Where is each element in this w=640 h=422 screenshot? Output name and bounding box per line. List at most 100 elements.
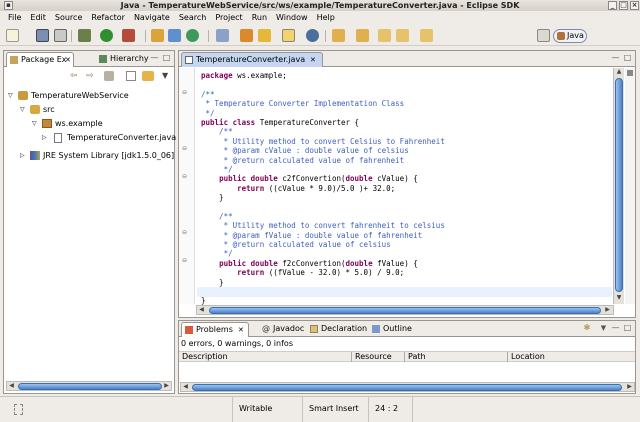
- link-with-editor-icon[interactable]: [142, 71, 154, 81]
- menu-source[interactable]: Source: [51, 11, 87, 25]
- scrollbar-thumb[interactable]: [209, 307, 601, 314]
- previous-annotation-icon[interactable]: [356, 29, 369, 42]
- menu-file[interactable]: File: [4, 11, 26, 25]
- menu-navigate[interactable]: Navigate: [130, 11, 175, 25]
- menu-window[interactable]: Window: [272, 11, 313, 25]
- scrollbar-thumb[interactable]: [615, 78, 623, 292]
- scrollbar-thumb[interactable]: [18, 383, 162, 390]
- column-resource[interactable]: Resource: [355, 352, 392, 362]
- close-icon[interactable]: ✕: [310, 53, 316, 67]
- print-icon[interactable]: [54, 29, 67, 42]
- code-line: }: [201, 193, 224, 203]
- minimize-button[interactable]: _: [608, 1, 617, 10]
- minimize-view-icon[interactable]: —: [611, 54, 620, 63]
- tab-problems[interactable]: Problems ✕: [181, 322, 249, 337]
- fold-icon[interactable]: ⊖: [182, 229, 187, 236]
- java-perspective-button[interactable]: Java: [553, 29, 587, 43]
- back-icon[interactable]: [396, 29, 409, 42]
- menu-run[interactable]: Run: [248, 11, 272, 25]
- tab-package-explorer[interactable]: Package Ex ✕: [6, 52, 74, 67]
- collapsed-arrow-icon[interactable]: ▷: [42, 131, 47, 144]
- external-tools-icon[interactable]: [122, 29, 135, 42]
- scroll-right-icon[interactable]: ▶: [603, 306, 612, 314]
- code-line: /**: [201, 211, 233, 221]
- close-button[interactable]: ×: [630, 1, 639, 10]
- toolbar-separator: [145, 30, 146, 42]
- scroll-right-icon[interactable]: ▶: [625, 383, 634, 391]
- scroll-left-icon[interactable]: ◀: [197, 306, 206, 314]
- fold-icon[interactable]: ⊖: [182, 173, 187, 180]
- fold-icon[interactable]: ⊖: [182, 89, 187, 96]
- new-java-project-icon[interactable]: [151, 29, 164, 42]
- column-divider: [507, 352, 508, 362]
- fast-view-icon[interactable]: [14, 404, 23, 415]
- horizontal-scrollbar[interactable]: ◀ ▶: [196, 305, 614, 315]
- close-icon[interactable]: ✕: [238, 323, 244, 337]
- filters-icon[interactable]: ✻: [581, 324, 593, 333]
- tab-editor-file[interactable]: TemperatureConverter.java ✕: [181, 52, 323, 67]
- column-location[interactable]: Location: [511, 352, 545, 362]
- maximize-view-icon[interactable]: □: [162, 54, 171, 63]
- java-file-icon: [54, 133, 62, 143]
- forward-arrow-icon[interactable]: ⇨: [86, 72, 96, 81]
- view-menu-icon[interactable]: ▼: [162, 71, 168, 80]
- scroll-up-icon[interactable]: ▲: [614, 68, 624, 77]
- code-line: package ws.example;: [201, 71, 287, 80]
- open-perspective-icon[interactable]: [537, 29, 550, 42]
- search-icon[interactable]: [258, 29, 271, 42]
- horizontal-scrollbar[interactable]: ◀ ▶: [180, 382, 635, 392]
- tab-outline[interactable]: Outline: [369, 322, 412, 337]
- vertical-scrollbar[interactable]: ▲ ▼: [613, 68, 624, 304]
- close-icon[interactable]: ✕: [65, 53, 71, 67]
- scroll-right-icon[interactable]: ▶: [162, 382, 171, 390]
- collapse-all-icon[interactable]: [126, 71, 136, 81]
- run-icon[interactable]: [100, 29, 113, 42]
- save-icon[interactable]: [36, 29, 49, 42]
- scroll-down-icon[interactable]: ▼: [614, 294, 624, 303]
- tab-declaration[interactable]: Declaration: [307, 322, 367, 337]
- open-type-icon[interactable]: [216, 29, 229, 42]
- code-line: * Utility method to convert fahrenheit t…: [201, 221, 445, 231]
- column-description[interactable]: Description: [182, 352, 228, 362]
- up-icon[interactable]: [104, 71, 114, 81]
- expand-arrow-icon[interactable]: ▽: [20, 103, 25, 116]
- scroll-left-icon[interactable]: ◀: [7, 382, 16, 390]
- menu-search[interactable]: Search: [175, 11, 211, 25]
- open-task-icon[interactable]: [240, 29, 253, 42]
- maximize-view-icon[interactable]: □: [623, 324, 632, 333]
- menu-refactor[interactable]: Refactor: [87, 11, 130, 25]
- minimize-view-icon[interactable]: —: [150, 54, 159, 63]
- code-area[interactable]: package ws.example; /** * Temperature Co…: [197, 69, 612, 305]
- horizontal-scrollbar[interactable]: ◀ ▶: [6, 381, 172, 391]
- next-annotation-icon[interactable]: [332, 29, 345, 42]
- menu-project[interactable]: Project: [211, 11, 247, 25]
- expand-arrow-icon[interactable]: ▽: [8, 89, 13, 102]
- maximize-view-icon[interactable]: □: [623, 54, 632, 63]
- fold-icon[interactable]: ⊖: [182, 257, 187, 264]
- new-class-icon[interactable]: [186, 29, 199, 42]
- problems-panel: Problems ✕ @ Javadoc Declaration Outline…: [178, 320, 636, 394]
- window-menu-button[interactable]: ▪: [4, 1, 13, 10]
- new-package-icon[interactable]: [168, 29, 181, 42]
- menu-help[interactable]: Help: [313, 11, 340, 25]
- expand-arrow-icon[interactable]: ▽: [32, 117, 37, 130]
- column-path[interactable]: Path: [408, 352, 426, 362]
- new-icon[interactable]: [6, 29, 19, 42]
- fold-icon[interactable]: ⊖: [182, 145, 187, 152]
- scroll-left-icon[interactable]: ◀: [181, 383, 190, 391]
- maximize-button[interactable]: □: [619, 1, 628, 10]
- tab-javadoc[interactable]: @ Javadoc: [259, 322, 304, 337]
- debug-icon[interactable]: [78, 29, 91, 42]
- minimize-view-icon[interactable]: —: [611, 324, 620, 333]
- view-menu-icon[interactable]: ▼: [599, 324, 608, 333]
- menu-edit[interactable]: Edit: [26, 11, 51, 25]
- forward-icon[interactable]: [420, 29, 433, 42]
- scrollbar-thumb[interactable]: [192, 384, 622, 391]
- tab-hierarchy[interactable]: Hierarchy: [96, 52, 149, 67]
- last-edit-location-icon[interactable]: [378, 29, 391, 42]
- web-browser-icon[interactable]: [306, 29, 319, 42]
- collapsed-arrow-icon[interactable]: ▷: [20, 149, 25, 162]
- back-arrow-icon[interactable]: ⇦: [70, 72, 80, 81]
- toggle-mark-occurrences-icon[interactable]: [282, 29, 295, 42]
- status-insert-mode: Smart Insert: [302, 397, 368, 422]
